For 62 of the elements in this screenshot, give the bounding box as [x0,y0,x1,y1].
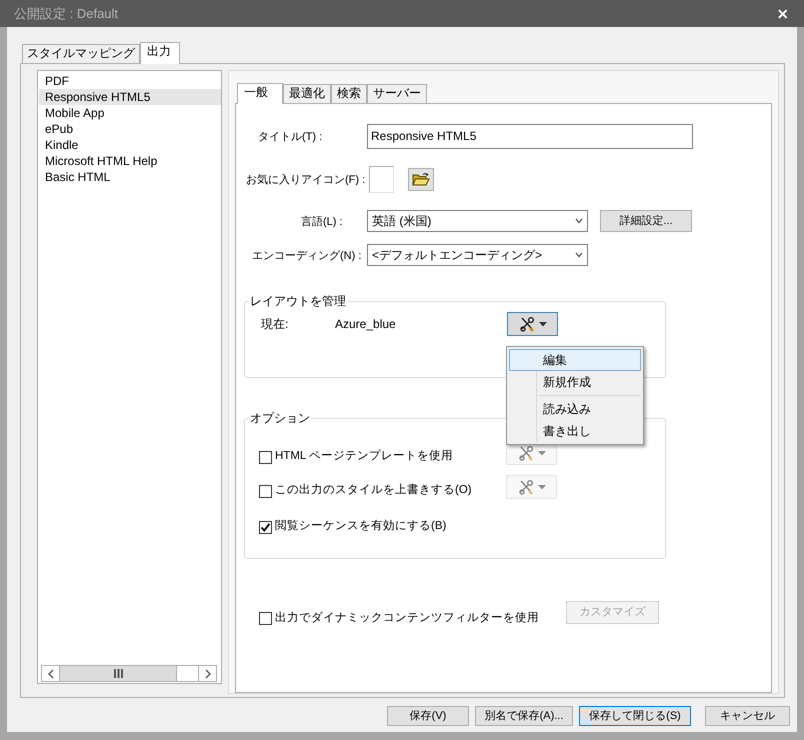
checkbox-label: この出力のスタイルを上書きする(O) [275,482,472,498]
dropdown-value: 英語 (米国) [372,213,432,230]
checkbox-label: 閲覧シーケンスを有効にする(B) [275,518,446,534]
checkmark-icon [260,522,271,532]
layout-name: Azure_blue [335,316,397,333]
tools-icon [518,479,534,495]
dropdown-value: <デフォルトエンコーディング> [372,247,542,264]
list-item[interactable]: Kindle [39,137,221,153]
field-label: 言語(L) : [301,216,343,228]
dialog-button[interactable]: 保存して閉じる(S) [579,706,691,726]
scrollbar-thumb[interactable] [59,666,177,681]
checkbox[interactable] [259,450,272,464]
checkbox-label: HTML ページテンプレートを使用 [275,448,454,464]
tab[interactable]: スタイルマッピング [22,44,140,63]
field-label: タイトル(T) : [258,131,322,144]
menu-item[interactable]: 編集 [509,349,641,371]
tab[interactable]: 出力 [140,42,180,64]
icon-preview [369,166,394,193]
list-item[interactable]: Microsoft HTML Help [39,153,221,169]
dialog-button[interactable]: 保存(V) [387,706,469,726]
tools-icon [518,316,534,332]
menu-item[interactable]: 読み込み [509,398,641,420]
field-label: お気に入りアイコン(F) : [246,174,366,186]
tab[interactable]: 最適化 [283,84,331,103]
caret-icon [538,484,546,490]
tab[interactable]: 検索 [331,84,367,103]
caret-icon [538,450,546,456]
list-item[interactable]: Mobile App [39,105,221,121]
chevron-right-icon [204,668,210,678]
checkbox[interactable] [259,520,272,534]
browse-button[interactable] [408,168,434,191]
grip-icon [114,669,122,678]
advanced-button[interactable]: 詳細設定... [600,210,692,232]
title-field[interactable]: Responsive HTML5 [367,124,693,149]
chevron-down-icon [575,218,583,224]
dialog-button[interactable]: 別名で保存(A)... [475,706,573,726]
checkbox[interactable] [259,612,272,625]
checkbox[interactable] [259,484,272,498]
list-item[interactable]: ePub [39,121,221,137]
chevron-left-icon [48,668,54,678]
caret-icon [538,322,546,326]
field-label: エンコーディング(N) : [252,250,362,262]
folder-icon [412,172,430,187]
tools-dropdown-button[interactable] [507,312,558,336]
chevron-down-icon [575,252,583,258]
tab[interactable]: サーバー [367,84,427,103]
close-button[interactable]: × [771,4,794,22]
window-title: 公開設定 : Default [14,4,118,23]
list-item[interactable]: Responsive HTML5 [39,89,221,105]
menu-item[interactable]: 書き出し [509,420,641,442]
encoding-dropdown[interactable]: <デフォルトエンコーディング> [367,244,588,266]
tools-icon [518,445,534,461]
list-item[interactable]: PDF [39,73,221,89]
field-label: 現在: [261,316,290,333]
language-dropdown[interactable]: 英語 (米国) [367,210,588,232]
checkbox-label: 出力でダイナミックコンテンツフィルターを使用 [275,610,539,626]
dialog-button[interactable]: キャンセル [705,706,790,726]
tab[interactable]: 一般 [237,83,283,104]
group-title: オプション [249,411,311,425]
menu-item[interactable]: 新規作成 [509,371,641,393]
list-item[interactable]: Basic HTML [39,169,221,185]
group-title: レイアウトを管理 [249,294,347,308]
